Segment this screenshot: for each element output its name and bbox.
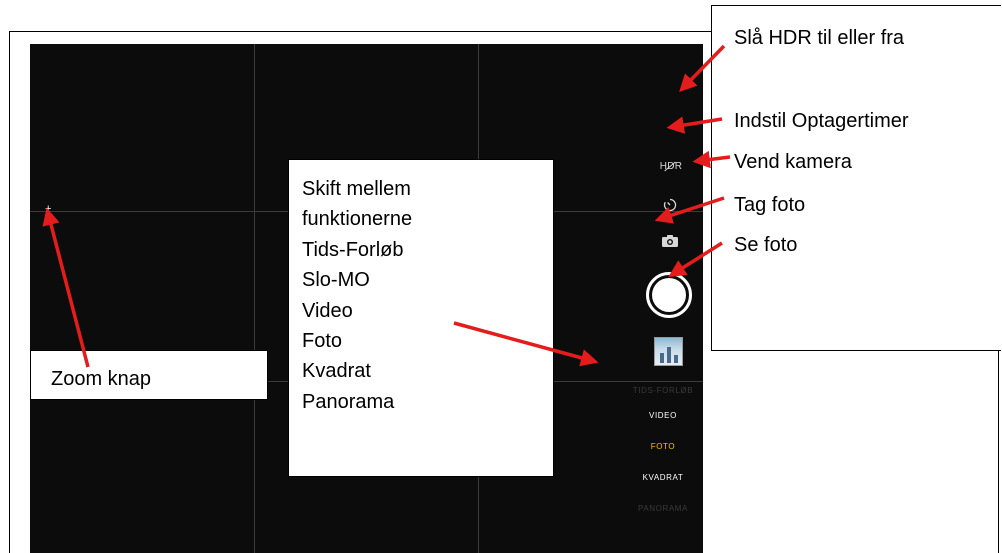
zoom-callout-label: Zoom knap [51,368,152,390]
modes-callout-line: Panorama [302,390,395,413]
zoom-callout: Zoom knap [30,350,268,400]
mode-foto[interactable]: FOTO [626,442,700,451]
modes-callout-line: Kvadrat [302,360,371,383]
mode-panorama[interactable]: PANORAMA [626,504,700,513]
modes-callout-line: Foto [302,329,343,352]
timer-icon[interactable] [662,197,678,213]
mode-kvadrat[interactable]: KVADRAT [626,473,700,482]
plus-icon[interactable]: + [45,204,51,215]
shutter-button[interactable] [646,272,692,318]
modes-callout: Skift mellem funktionerne Tids-Forløb Sl… [288,159,554,477]
view-photo-callout-label: Se foto [734,234,798,256]
grid-line [254,44,255,553]
thumbnail-detail [667,347,671,363]
modes-callout-line: Skift mellem [302,178,411,200]
mode-video[interactable]: VIDEO [626,411,700,420]
modes-callout-line: Slo-MO [302,269,370,292]
mode-tids-forlob[interactable]: TIDS-FORLØB [626,386,700,395]
hdr-callout-label: Slå HDR til eller fra [734,27,905,49]
shutter-button-inner [652,278,686,312]
thumbnail-detail [660,353,664,363]
controls-callout: Slå HDR til eller fra Indstil Optagertim… [711,5,1001,351]
modes-callout-line: funktionerne [302,208,413,231]
modes-callout-line: Tids-Forløb [302,238,404,261]
photo-thumbnail[interactable] [654,337,683,366]
take-photo-callout-label: Tag foto [734,194,806,216]
camera-flip-icon[interactable] [661,234,679,248]
flip-callout-label: Vend kamera [734,151,852,173]
timer-callout-label: Indstil Optagertimer [734,110,909,132]
modes-callout-line: Video [302,299,353,322]
hdr-toggle[interactable]: HDR [656,161,686,172]
thumbnail-detail [674,355,678,363]
